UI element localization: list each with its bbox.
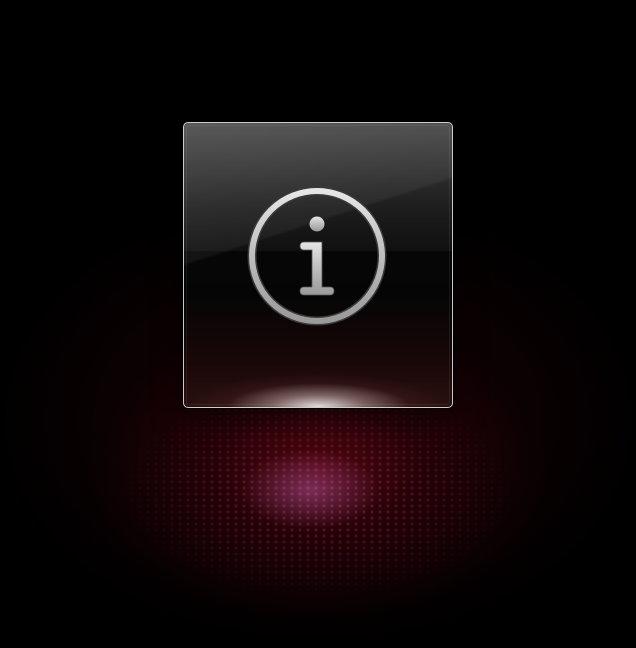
floor-highlight	[0, 395, 636, 648]
icon-scene	[0, 0, 636, 648]
info-icon	[247, 186, 387, 326]
info-tile[interactable]	[183, 122, 453, 408]
